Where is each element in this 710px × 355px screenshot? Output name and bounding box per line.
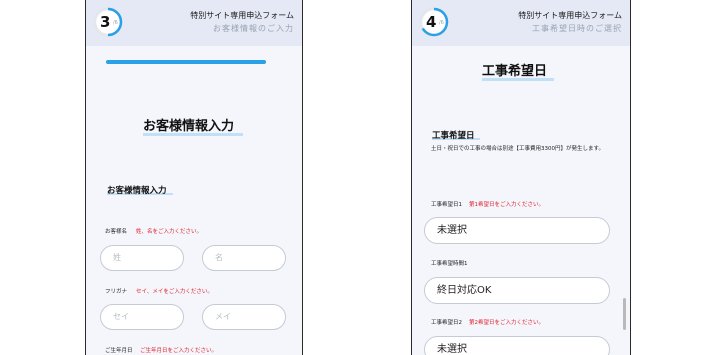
step-total: /6	[439, 20, 444, 26]
step-progress-indicator: 3 /6	[93, 7, 123, 37]
section-divider	[106, 60, 266, 64]
date2-hint: 第2希望日をご入力ください。	[469, 320, 545, 326]
step-number: 3	[100, 13, 111, 31]
step-subtitle: 工事希望日時のご選択	[532, 24, 622, 33]
name-hint: 姓、名をご入力ください。	[136, 229, 203, 235]
time1-select[interactable]: 終日対応OK	[424, 277, 610, 304]
date1-hint: 第1希望日をご入力ください。	[469, 202, 545, 208]
date1-select[interactable]: 未選択	[424, 217, 610, 244]
page-heading: 工事希望日	[482, 64, 548, 79]
date1-label: 工事希望日1	[431, 202, 462, 208]
form-header: 4 /6 特別サイト専用申込フォーム 工事希望日時のご選択	[412, 0, 630, 46]
step-subtitle: お客様情報のご入力	[213, 24, 294, 33]
date2-label: 工事希望日2	[431, 320, 462, 326]
page-heading: お客様情報入力	[143, 119, 235, 134]
birthday-label: ご生年月日	[105, 348, 133, 354]
first-name-input[interactable]: 名	[202, 245, 286, 271]
furigana-hint: セイ、メイをご入力ください。	[136, 289, 213, 295]
holiday-surcharge-note: 土日・祝日での工事の場合は別途【工事費用3300円】が発生します。	[431, 146, 604, 152]
step-total: /6	[113, 20, 118, 26]
form-title: 特別サイト専用申込フォーム	[518, 11, 622, 20]
phone-screen-step4: 4 /6 特別サイト専用申込フォーム 工事希望日時のご選択 工事希望日 工事希望…	[411, 0, 631, 355]
time1-label: 工事希望時間1	[431, 261, 468, 267]
birthday-hint: ご生年月日をご入力ください。	[140, 348, 218, 354]
name-label: お客様名	[105, 229, 128, 235]
last-name-input[interactable]: 姓	[100, 245, 184, 271]
furigana-label: フリガナ	[105, 289, 128, 295]
last-kana-input[interactable]: セイ	[100, 304, 184, 330]
first-kana-input[interactable]: メイ	[202, 304, 286, 330]
phone-screen-step3: 3 /6 特別サイト専用申込フォーム お客様情報のご入力 お客様情報入力 お客様…	[85, 0, 303, 355]
step-number: 4	[426, 13, 437, 31]
section-heading: お客様情報入力	[107, 186, 167, 196]
scrollbar-thumb[interactable]	[623, 298, 626, 330]
form-title: 特別サイト専用申込フォーム	[190, 11, 294, 20]
section-heading: 工事希望日	[432, 131, 475, 141]
step-progress-indicator: 4 /6	[419, 7, 449, 37]
form-header: 3 /6 特別サイト専用申込フォーム お客様情報のご入力	[86, 0, 302, 46]
date2-select[interactable]: 未選択	[424, 336, 610, 355]
